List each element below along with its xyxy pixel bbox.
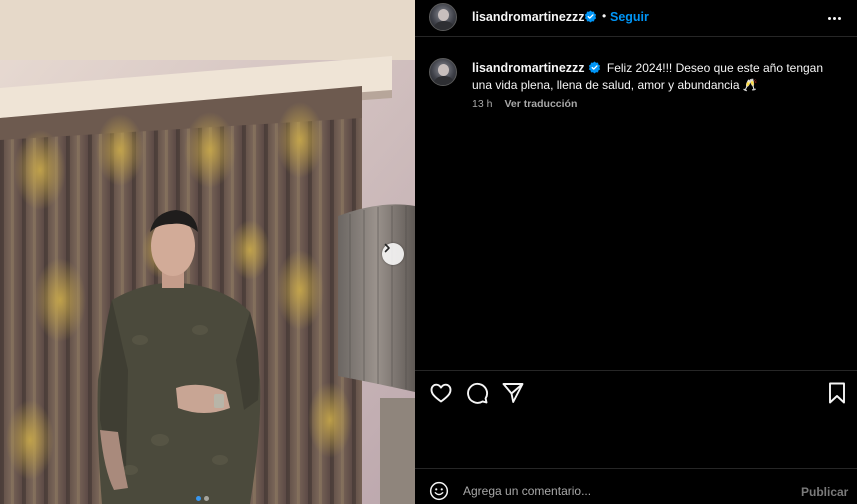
chevron-right-icon xyxy=(384,243,390,253)
more-horizontal-icon[interactable] xyxy=(828,10,846,26)
carousel-next-button[interactable] xyxy=(382,243,404,265)
carousel-dot xyxy=(204,496,209,501)
avatar[interactable] xyxy=(429,58,457,86)
heart-icon[interactable] xyxy=(429,381,453,405)
smiley-icon[interactable] xyxy=(429,481,449,501)
verified-badge-icon xyxy=(588,61,600,74)
photo-illustration xyxy=(0,0,415,504)
bookmark-icon[interactable] xyxy=(825,381,849,405)
divider xyxy=(415,370,857,371)
paper-plane-icon[interactable] xyxy=(501,381,525,405)
avatar[interactable] xyxy=(429,3,457,31)
verified-badge-icon xyxy=(584,10,597,23)
divider xyxy=(415,468,857,469)
follow-button[interactable]: Seguir xyxy=(610,10,649,24)
action-bar xyxy=(429,381,849,407)
post-header: lisandromartinezzz • Seguir xyxy=(415,0,857,36)
caption-meta: 13 h Ver traducción xyxy=(472,98,577,110)
caption-body: lisandromartinezzz Feliz 2024!!! Deseo q… xyxy=(472,60,842,94)
divider xyxy=(415,36,857,37)
header-username[interactable]: lisandromartinezzz xyxy=(472,10,585,24)
carousel-indicator xyxy=(196,496,209,501)
publish-button[interactable]: Publicar xyxy=(801,485,848,499)
post-detail-panel: lisandromartinezzz • Seguir lisandromart… xyxy=(415,0,857,504)
carousel-dot xyxy=(196,496,201,501)
comment-bar: Publicar xyxy=(415,476,857,504)
separator-dot: • xyxy=(602,9,607,23)
translate-link[interactable]: Ver traducción xyxy=(504,98,577,110)
comment-input[interactable] xyxy=(463,480,763,502)
comment-bubble-icon[interactable] xyxy=(465,381,489,405)
timestamp[interactable]: 13 h xyxy=(472,98,492,110)
caption-username[interactable]: lisandromartinezzz xyxy=(472,61,585,75)
post-photo[interactable] xyxy=(0,0,415,504)
